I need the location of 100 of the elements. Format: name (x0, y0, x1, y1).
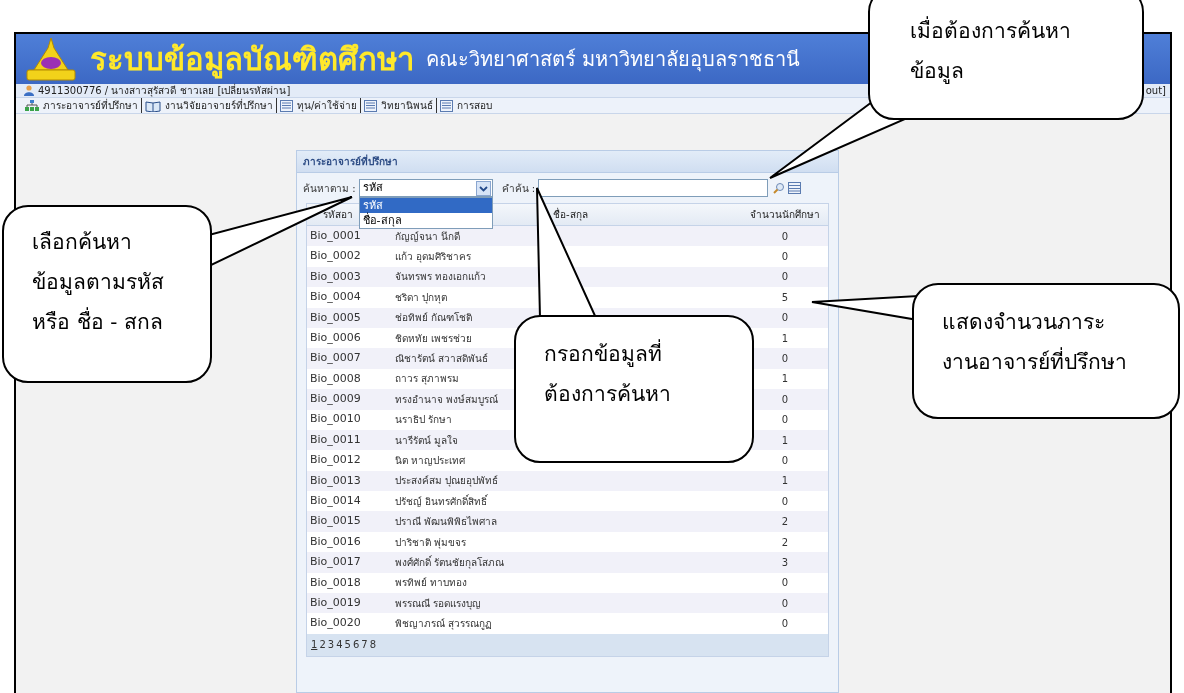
callout-text: หรือ ชื่อ - สกล (32, 307, 210, 337)
table-cell: Bio_0004 (310, 289, 361, 306)
table-cell-text: ปาริชาติ พุ่มขจร (395, 535, 467, 550)
dropdown-option[interactable]: รหัส (359, 198, 492, 213)
menu-link[interactable]: งานวิจัยอาจายร์ที่ปรึกษา (165, 98, 273, 113)
table-cell-text: นิต หาญประเทศ (395, 454, 466, 468)
table-cell: Bio_0002 (310, 248, 361, 265)
table-cell-text: 0 (781, 576, 789, 591)
callout-text: เมื่อต้องการค้นหา (910, 16, 1142, 46)
table-icon[interactable] (788, 182, 802, 194)
table-cell-text: 0 (781, 494, 789, 509)
search-by-label: ค้นหาตาม : (303, 181, 356, 196)
page-link[interactable]: 8 (369, 637, 376, 653)
change-password-link[interactable]: [เปลี่ยนรหัสผ่าน] (217, 83, 291, 98)
table-cell-text: Bio_0013 (310, 472, 361, 489)
callout-text: แสดงจำนวนภาระ (942, 309, 1106, 336)
table-cell-text: 5 (781, 290, 789, 305)
table-cell-text: ประสงค์สม ปุณยอุปพัทธ์ (395, 474, 499, 489)
keyword-input[interactable] (538, 179, 769, 197)
panel-title: ภาระอาจารย์ที่ปรึกษา (303, 154, 398, 169)
page-link[interactable]: 5 (344, 637, 351, 653)
table-cell-text: 0 (781, 454, 789, 468)
table-cell-text: 0 (781, 270, 789, 285)
keyword-label: คำค้น : (501, 181, 536, 196)
table-cell-text: Bio_0019 (310, 594, 361, 611)
logout-link[interactable]: out] (1145, 83, 1166, 98)
table-cell-text: จันทรพร ทองเอกแก้ว (395, 270, 487, 285)
page-link[interactable]: 7 (361, 637, 368, 653)
search-by-select[interactable]: รหัส (358, 179, 493, 197)
table-cell-text: 2 (781, 535, 789, 550)
table-cell-text: 0 (781, 413, 789, 428)
table-cell-text: 2 (781, 515, 789, 530)
table-cell-text: Bio_0001 (310, 227, 361, 244)
page-link[interactable]: 1 (311, 637, 318, 653)
table-cell-text: 0 (781, 250, 789, 265)
table-cell-text: 1 (781, 372, 789, 387)
book-icon (145, 99, 161, 112)
dropdown-option[interactable]: ชื่อ-สกุล (359, 213, 492, 228)
callout-text: ข้อมูล (910, 58, 965, 86)
column-header: จำนวนนักศึกษา (750, 208, 820, 222)
table-cell-text: ณิชารัตน์ สวาสดิพันธ์ (395, 352, 489, 367)
table-cell-text: 0 (781, 352, 789, 367)
table-cell-text: แก้ว อุดมศิริชาคร (395, 250, 472, 265)
table-cell-text: Bio_0018 (310, 574, 361, 591)
page-link[interactable]: 2 (319, 637, 326, 653)
table-cell: Bio_0017 (310, 554, 361, 571)
user-info: 4911300776 / นางสาวสุรัสวดี ชาวเลย (38, 84, 214, 98)
table-cell-text: Bio_0003 (310, 268, 361, 285)
table-cell-text: Bio_0016 (310, 533, 361, 550)
table-cell-text: ชริดา ปุกหุต (395, 290, 448, 305)
menu-link[interactable]: การสอบ (457, 98, 493, 113)
table-cell-text: พิชญาภรณ์ สุวรรณกูฏ (395, 617, 493, 632)
callout-text: ข้อมูลตามรหัส (32, 269, 165, 297)
table-cell-text: กัญญ์จนา นึกดี (395, 229, 461, 244)
column-header: ชื่อ-สกุล (553, 207, 588, 222)
callout-text: ต้องการค้นหา (544, 381, 672, 408)
table-cell-text: ทรงอำนาจ พงษ์สมบูรณ์ (395, 392, 499, 407)
table-cell: Bio_0012 (310, 452, 361, 469)
table-cell: Bio_0009 (310, 391, 361, 408)
table-cell: ปรัชญ์ อินทรศักดิ์สิทธิ์ (395, 493, 488, 509)
logo-icon (24, 36, 78, 82)
table-cell-text: 0 (781, 596, 789, 611)
table-cell: พงศ์ศักดิ์ รัตนชัยกุลโสภณ (395, 554, 505, 570)
table-cell-text: ถาวร สุภาพรม (395, 372, 460, 387)
table-cell-text: Bio_0014 (310, 493, 361, 509)
menu-link[interactable]: ภาระอาจารย์ที่ปรึกษา (43, 98, 138, 113)
menu-link[interactable]: ทุน/ค่าใช้จ่าย (297, 98, 358, 113)
callout-text: งานอาจารย์ที่ปรึกษา (942, 347, 1178, 377)
table-cell: Bio_0010 (310, 411, 361, 428)
table-cell: Bio_0007 (310, 350, 361, 367)
page-link[interactable]: 3 (327, 637, 335, 653)
user-icon (24, 85, 34, 96)
search-icon[interactable] (773, 182, 786, 194)
table-cell-text: Bio_0006 (310, 329, 361, 346)
table-cell-text: 1 (781, 331, 789, 346)
table-cell-text: พรทิพย์ ทาบทอง (395, 576, 468, 591)
table-cell-text: 3 (781, 555, 789, 570)
table-cell: Bio_0020 (310, 615, 361, 632)
page-link[interactable]: 6 (352, 637, 360, 653)
table-cell-text: ปราณี พัฒนพิพิธไพศาล (395, 515, 498, 530)
table-cell-text: 1 (781, 433, 789, 448)
table-cell-text: พรรณณี รอดแรงบุญ (395, 596, 482, 611)
menu-link[interactable]: วิทยานิพนธ์ (381, 98, 434, 113)
table-cell-text: ชิดหทัย เพชรช่วย (395, 331, 473, 346)
table-cell-text: 0 (781, 392, 789, 407)
table-cell-text: 0 (781, 311, 789, 326)
table-cell: Bio_0005 (310, 309, 361, 326)
caret-icon (475, 180, 491, 196)
table-cell-text: ช่อทิพย์ กัณฑโชติ (395, 311, 473, 326)
table-cell: Bio_0015 (310, 513, 361, 530)
table-cell-text: นารีรัตน์ มูลใจ (395, 433, 459, 448)
table-cell-text: 0 (781, 229, 789, 244)
page-link[interactable]: 4 (336, 637, 343, 653)
table-cell-text: นราธิป รักษา (395, 413, 453, 428)
sitemap-icon (25, 100, 39, 111)
table-cell-text: Bio_0008 (310, 370, 361, 387)
table-cell-text: 0 (781, 617, 789, 632)
column-header: รหัสอา (323, 208, 353, 222)
table-cell-text: 1 (781, 474, 789, 489)
callout-text: เลือกค้นหา (32, 229, 133, 256)
